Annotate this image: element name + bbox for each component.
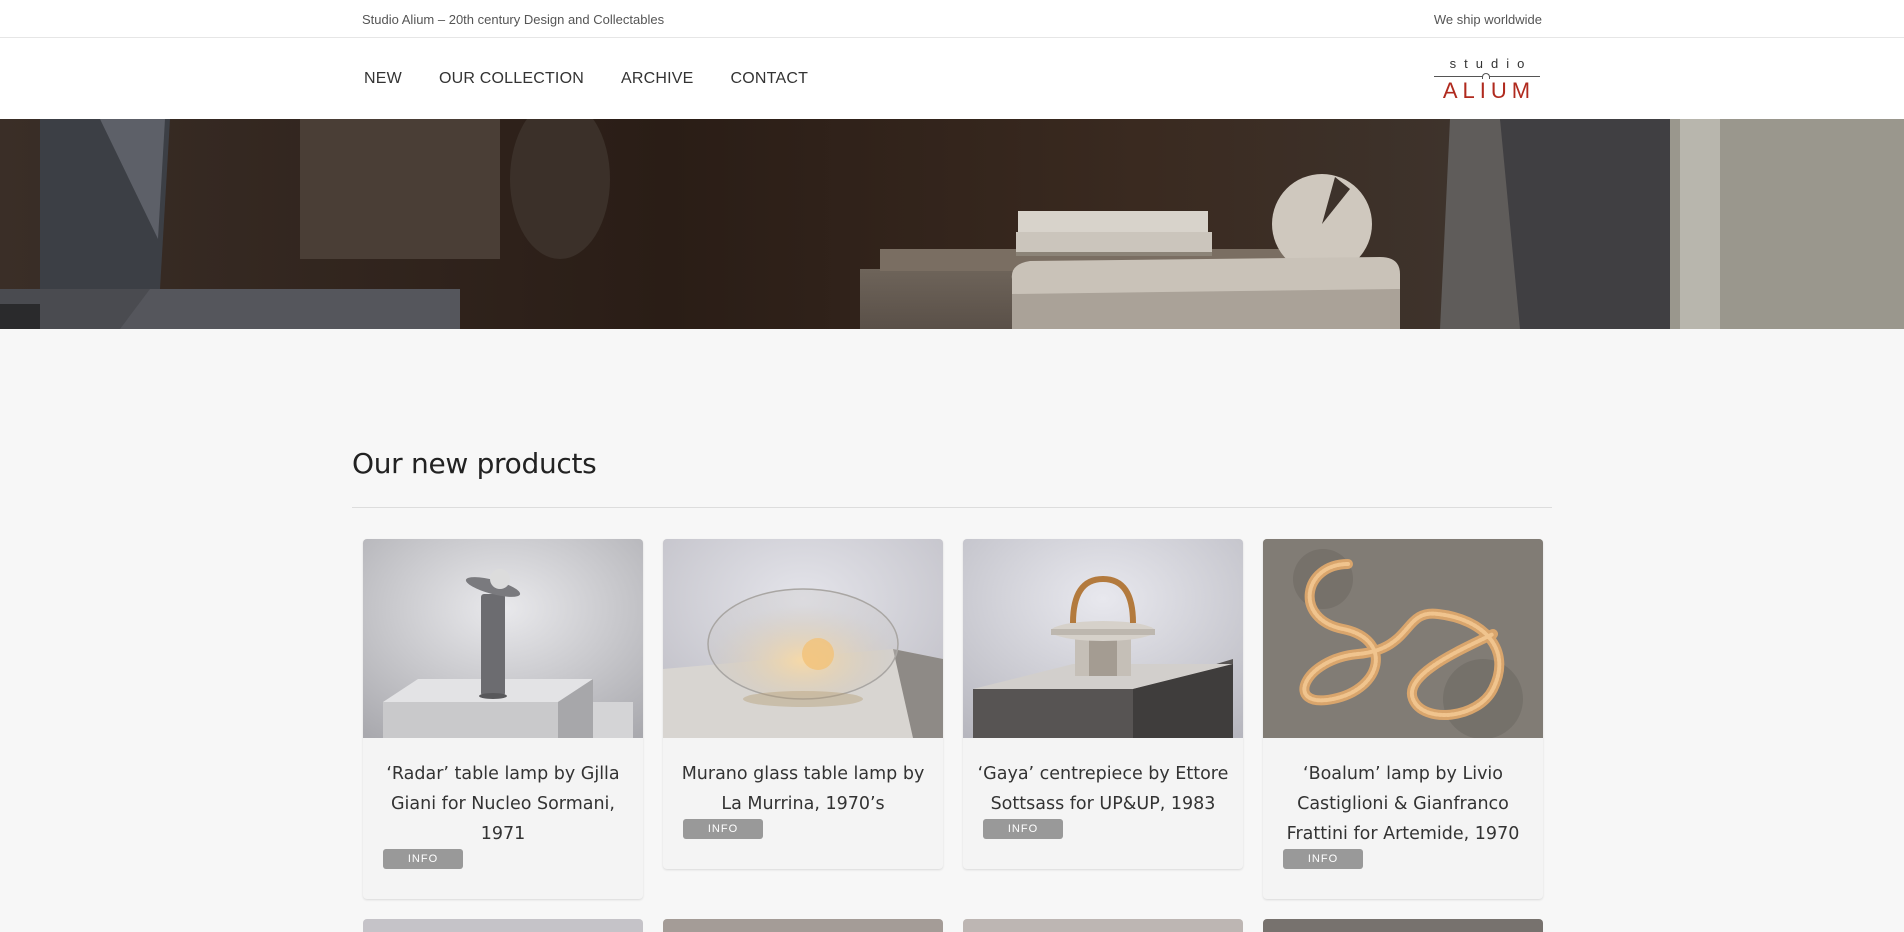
info-button[interactable]: INFO bbox=[383, 849, 463, 869]
logo-top-text: studio bbox=[1449, 56, 1533, 71]
product-card[interactable]: ‘Radar’ table lamp by Gjlla Giani for Nu… bbox=[363, 539, 643, 899]
product-card-next-row[interactable] bbox=[663, 919, 943, 932]
nav-item-our-collection[interactable]: OUR COLLECTION bbox=[439, 70, 584, 88]
nav-item-new[interactable]: NEW bbox=[364, 70, 402, 88]
shipping-note: We ship worldwide bbox=[1433, 11, 1542, 27]
hero-banner-image bbox=[0, 119, 1904, 329]
top-bar: Studio Alium – 20th century Design and C… bbox=[0, 0, 1904, 38]
product-title[interactable]: Murano glass table lamp by La Murrina, 1… bbox=[663, 738, 943, 819]
product-image-gaya-centrepiece[interactable] bbox=[963, 539, 1243, 738]
info-button[interactable]: INFO bbox=[1283, 849, 1363, 869]
main-menu: NEW OUR COLLECTION ARCHIVE CONTACT bbox=[364, 38, 845, 119]
nav-item-archive[interactable]: ARCHIVE bbox=[621, 70, 694, 88]
studio-alium-logo[interactable]: studio ALIUM bbox=[1434, 56, 1540, 103]
nav-item-contact[interactable]: CONTACT bbox=[731, 70, 809, 88]
logo-rule bbox=[1434, 73, 1540, 79]
product-image-radar-lamp[interactable] bbox=[363, 539, 643, 738]
section-title: Our new products bbox=[352, 447, 597, 480]
product-card-next-row[interactable] bbox=[963, 919, 1243, 932]
product-card[interactable]: ‘Gaya’ centrepiece by Ettore Sottsass fo… bbox=[963, 539, 1243, 869]
product-title[interactable]: ‘Gaya’ centrepiece by Ettore Sottsass fo… bbox=[963, 738, 1243, 819]
product-card[interactable]: ‘Boalum’ lamp by Livio Castiglioni & Gia… bbox=[1263, 539, 1543, 899]
info-button[interactable]: INFO bbox=[683, 819, 763, 839]
product-card-next-row[interactable] bbox=[363, 919, 643, 932]
info-button[interactable]: INFO bbox=[983, 819, 1063, 839]
logo-bottom-text: ALIUM bbox=[1442, 78, 1536, 103]
product-card-next-row[interactable] bbox=[1263, 919, 1543, 932]
logo-arch-mark bbox=[1482, 73, 1490, 79]
main-navbar: NEW OUR COLLECTION ARCHIVE CONTACT studi… bbox=[0, 38, 1904, 119]
product-card[interactable]: Murano glass table lamp by La Murrina, 1… bbox=[663, 539, 943, 869]
tagline: Studio Alium – 20th century Design and C… bbox=[362, 11, 665, 27]
hero-illustration bbox=[0, 119, 1904, 329]
product-title[interactable]: ‘Radar’ table lamp by Gjlla Giani for Nu… bbox=[363, 738, 643, 849]
product-image-murano-lamp[interactable] bbox=[663, 539, 943, 738]
product-title[interactable]: ‘Boalum’ lamp by Livio Castiglioni & Gia… bbox=[1263, 738, 1543, 849]
product-image-boalum-lamp[interactable] bbox=[1263, 539, 1543, 738]
section-divider bbox=[352, 507, 1552, 508]
